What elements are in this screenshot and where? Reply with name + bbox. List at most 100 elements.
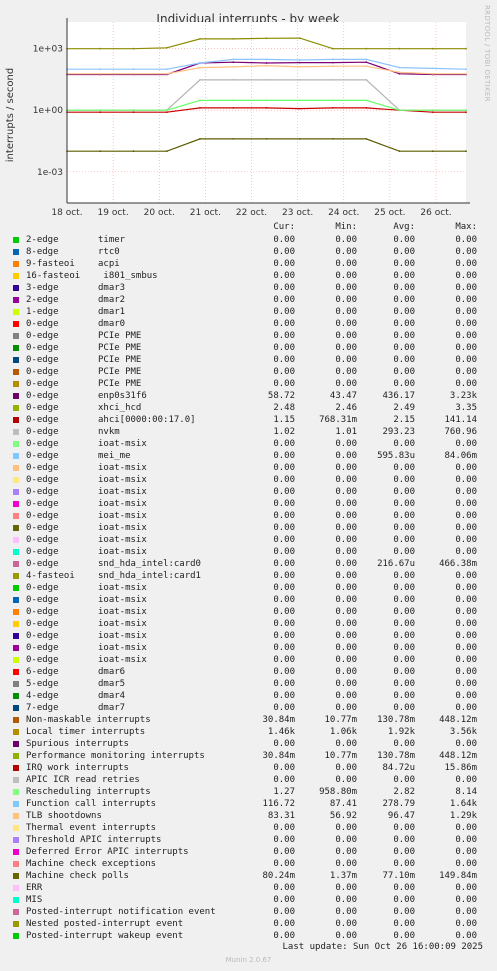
legend-cur: 1.46k: [267, 727, 295, 737]
legend-min: 0.00: [335, 295, 357, 305]
legend-cur: 0.00: [273, 487, 295, 497]
legend-avg: 278.79: [382, 799, 415, 809]
legend-swatch: [13, 285, 19, 291]
legend-name: Performance monitoring interrupts: [26, 751, 205, 761]
legend-max: 466.38m: [439, 559, 477, 569]
legend-name: 0-edge: [26, 559, 59, 569]
legend-avg: 0.00: [393, 295, 415, 305]
data-point: [298, 37, 301, 39]
legend-avg: 216.67u: [377, 559, 415, 569]
legend-cur: 83.31: [267, 811, 295, 821]
legend-avg: 96.47: [387, 811, 415, 821]
data-point: [99, 68, 102, 71]
legend-min: 0.00: [335, 691, 357, 701]
legend-name: 7-edge: [26, 703, 59, 713]
legend-cur: 0.00: [273, 907, 295, 917]
data-point: [431, 67, 434, 70]
data-point: [265, 138, 268, 140]
legend-row: ERR 0.00 0.00 0.00 0.00: [13, 882, 493, 894]
data-point: [232, 66, 235, 68]
legend-row: 4-fasteoi snd_hda_intel:card1 0.00 0.00 0.00…: [13, 570, 493, 582]
legend-min: 0.00: [335, 583, 357, 593]
data-point: [298, 66, 301, 68]
legend-max: 0.00: [455, 631, 477, 641]
legend-cur: 0.00: [273, 667, 295, 677]
legend-row: 0-edge ioat-msix 0.00 0.00 0.00 0.00: [13, 462, 493, 474]
legend-cur: 0.00: [273, 475, 295, 485]
legend-avg: 0.00: [393, 367, 415, 377]
legend-swatch: [13, 393, 19, 399]
legend-swatch: [13, 645, 19, 651]
legend-name: IRQ work interrupts: [26, 763, 129, 773]
x-tick-label: 24 oct.: [328, 208, 359, 218]
legend-min: 0.00: [335, 379, 357, 389]
legend-min: 0.00: [335, 343, 357, 353]
legend-avg: 1.92k: [387, 727, 415, 737]
legend-max: 141.14: [444, 415, 477, 425]
legend-avg: 0.00: [393, 439, 415, 449]
legend-avg: 0.00: [393, 307, 415, 317]
data-point: [398, 71, 401, 74]
legend-min: 0.00: [335, 931, 357, 941]
data-point: [332, 99, 334, 102]
data-point: [332, 79, 334, 81]
legend-cur: 0.00: [273, 607, 295, 617]
data-point: [165, 68, 168, 71]
x-tick-label: 21 oct.: [190, 208, 221, 218]
data-point: [265, 107, 268, 109]
legend-min: 1.37m: [329, 871, 357, 881]
data-point: [465, 47, 467, 50]
legend-row: Non-maskable interrupts 30.84m 10.77m 130.7…: [13, 714, 493, 726]
legend-avg: 0.00: [393, 571, 415, 581]
legend-max: 448.12m: [439, 715, 477, 725]
legend-avg: 0.00: [393, 631, 415, 641]
legend-cur: 0.00: [273, 595, 295, 605]
data-point: [132, 150, 135, 153]
legend-avg: 0.00: [393, 847, 415, 857]
data-point: [199, 107, 201, 109]
legend-cur: 0.00: [273, 463, 295, 473]
legend-name: Deferred Error APIC interrupts: [26, 847, 189, 857]
legend-swatch: [13, 441, 19, 447]
legend-swatch: [13, 345, 19, 351]
legend-min: 0.00: [335, 631, 357, 641]
legend-max: 0.00: [455, 271, 477, 281]
legend-swatch: [13, 381, 19, 387]
legend-device: dmar4: [98, 691, 126, 701]
legend-min: 0.00: [335, 499, 357, 509]
legend-max: 0.00: [455, 259, 477, 269]
legend-max: 0.00: [455, 655, 477, 665]
legend-avg: 0.00: [393, 931, 415, 941]
legend-name: 0-edge: [26, 511, 59, 521]
legend-min: 1.01: [335, 427, 357, 437]
legend-max: 0.00: [455, 511, 477, 521]
legend-min: 0.00: [335, 367, 357, 377]
legend-row: Posted-interrupt wakeup event 0.00 0.00 0.0…: [13, 930, 493, 942]
legend-swatch: [13, 669, 19, 675]
legend-max: 0.00: [455, 331, 477, 341]
legend-cur: 0.00: [273, 691, 295, 701]
legend-max: 0.00: [455, 931, 477, 941]
legend-name: 2-edge: [26, 295, 59, 305]
legend-min: 0.00: [335, 775, 357, 785]
legend-avg: 0.00: [393, 883, 415, 893]
legend-cur: 0.00: [273, 295, 295, 305]
legend-rows: 2-edge timer 0.00 0.00 0.00 0.00 8-edge rtc0 0.0…: [13, 234, 493, 942]
data-point: [165, 150, 168, 153]
legend-max: 3.56k: [449, 727, 477, 737]
legend-cur: 58.72: [267, 391, 295, 401]
chart: Individual interrupts - by week interrup…: [0, 0, 497, 222]
legend-device: dmar5: [98, 679, 126, 689]
data-point: [99, 111, 102, 114]
legend-row: 0-edge PCIe PME 0.00 0.00 0.00 0.00: [13, 378, 493, 390]
legend-name: 0-edge: [26, 595, 59, 605]
data-point: [298, 107, 301, 110]
legend-max: 0.00: [455, 835, 477, 845]
legend-max: 0.00: [455, 463, 477, 473]
legend-row: Spurious interrupts 0.00 0.00 0.00 0.00: [13, 738, 493, 750]
legend-name: 9-fasteoi: [26, 259, 75, 269]
legend-max: 0.00: [455, 775, 477, 785]
data-point: [199, 138, 201, 140]
legend-avg: 0.00: [393, 475, 415, 485]
legend-swatch: [13, 921, 19, 927]
